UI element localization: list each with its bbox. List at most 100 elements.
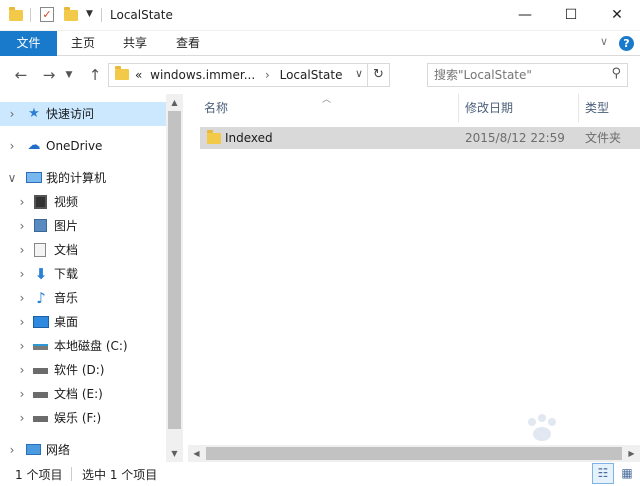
nav-item-label: 我的计算机 [46, 171, 107, 185]
breadcrumb-item[interactable]: windows.immer... [150, 68, 255, 82]
breadcrumb-item[interactable]: LocalState [280, 68, 343, 82]
nav-item-music[interactable]: › ♪ 音乐 [0, 286, 166, 310]
picture-icon [34, 219, 47, 232]
expand-chevron-icon[interactable]: › [16, 406, 28, 430]
video-icon [34, 195, 47, 209]
column-header-type[interactable]: 类型 [585, 94, 609, 122]
file-row[interactable]: Indexed 2015/8/12 22:59 文件夹 [200, 127, 640, 149]
music-icon: ♪ [36, 289, 46, 307]
nav-item-label: 视频 [54, 195, 79, 209]
nav-item-drive-d[interactable]: › 软件 (D:) [0, 358, 166, 382]
properties-icon[interactable]: ✓ [40, 7, 54, 22]
address-dropdown-chevron-icon[interactable]: ∨ [355, 67, 363, 80]
nav-item-label: 文档 (E:) [54, 387, 103, 401]
tab-home[interactable]: 主页 [62, 31, 104, 56]
ribbon-tabs: 文件 主页 共享 查看 ∨ ? [0, 31, 640, 56]
recent-locations-chevron-icon[interactable]: ▼ [62, 65, 76, 85]
expand-chevron-icon[interactable]: › [6, 438, 18, 462]
nav-item-downloads[interactable]: › ⬇ 下载 [0, 262, 166, 286]
sort-ascending-icon: ︿ [322, 95, 332, 105]
nav-item-label: 桌面 [54, 315, 79, 329]
nav-item-pictures[interactable]: › 图片 [0, 214, 166, 238]
nav-item-label: 娱乐 (F:) [54, 411, 102, 425]
drive-icon [33, 368, 48, 374]
new-folder-icon[interactable] [64, 6, 78, 24]
minimize-button[interactable]: — [502, 0, 548, 31]
up-arrow-icon[interactable]: ↑ [84, 65, 106, 85]
drive-icon [33, 392, 48, 398]
document-icon [34, 243, 46, 257]
nav-item-videos[interactable]: › 视频 [0, 190, 166, 214]
download-icon: ⬇ [34, 265, 48, 283]
details-view-icon[interactable]: ☷ [592, 463, 614, 484]
expand-chevron-icon[interactable]: › [16, 262, 28, 286]
expand-chevron-icon[interactable]: › [16, 214, 28, 238]
scroll-down-icon[interactable]: ▼ [166, 445, 183, 462]
selected-count: 选中 1 个项目 [82, 468, 158, 482]
large-icons-view-icon[interactable]: ▦ [616, 463, 638, 484]
folder-icon [9, 6, 23, 24]
item-count: 1 个项目 [15, 468, 63, 482]
window-title: LocalState [110, 8, 173, 22]
file-list: ︿ 名称 修改日期 类型 Indexed 2015/8/12 22:59 文件夹 [188, 94, 640, 462]
expand-chevron-icon[interactable]: › [16, 310, 28, 334]
refresh-icon[interactable]: ↻ [367, 64, 389, 86]
navigation-pane: › ★ 快速访问 › ☁ OneDrive ∨ 我的计算机 › 视频 › 图片 … [0, 94, 184, 462]
expand-chevron-icon[interactable]: › [16, 286, 28, 310]
forward-arrow-icon[interactable]: → [38, 65, 60, 85]
expand-chevron-icon[interactable]: › [6, 102, 18, 126]
column-header-name[interactable]: 名称 [204, 94, 228, 122]
nav-item-label: 本地磁盘 (C:) [54, 339, 128, 353]
collapse-chevron-icon[interactable]: ∨ [6, 166, 18, 190]
tab-file[interactable]: 文件 [0, 31, 57, 56]
close-button[interactable]: ✕ [594, 0, 640, 31]
nav-item-label: 软件 (D:) [54, 363, 105, 377]
nav-item-desktop[interactable]: › 桌面 [0, 310, 166, 334]
help-icon[interactable]: ? [619, 36, 634, 51]
expand-chevron-icon[interactable]: › [16, 382, 28, 406]
toolbar-divider [101, 8, 102, 22]
expand-chevron-icon[interactable]: › [16, 190, 28, 214]
computer-icon [26, 172, 42, 183]
tab-view[interactable]: 查看 [167, 31, 209, 56]
nav-item-documents[interactable]: › 文档 [0, 238, 166, 262]
back-arrow-icon[interactable]: ← [10, 65, 32, 85]
nav-pane-scrollbar[interactable]: ▲ ▼ [166, 94, 183, 462]
status-bar: 1 个项目 选中 1 个项目 ☷ ▦ [0, 462, 640, 486]
drive-icon [33, 344, 48, 350]
nav-item-label: 文档 [54, 243, 79, 257]
nav-item-label: 图片 [54, 219, 79, 233]
column-divider[interactable] [578, 94, 579, 122]
folder-icon [207, 130, 221, 144]
search-box[interactable]: ⚲ [427, 63, 628, 87]
breadcrumb-overflow[interactable]: « [135, 68, 142, 82]
nav-item-network[interactable]: › 网络 [0, 438, 166, 462]
expand-chevron-icon[interactable]: › [16, 238, 28, 262]
nav-item-this-pc[interactable]: ∨ 我的计算机 [0, 166, 166, 190]
title-bar: ✓ ▼ LocalState — ☐ ✕ [0, 0, 640, 31]
nav-item-drive-f[interactable]: › 娱乐 (F:) [0, 406, 166, 430]
expand-chevron-icon[interactable]: › [6, 134, 18, 158]
expand-chevron-icon[interactable]: › [16, 334, 28, 358]
nav-item-label: OneDrive [46, 139, 103, 153]
scroll-left-icon[interactable]: ◀ [188, 445, 205, 462]
tab-share[interactable]: 共享 [114, 31, 156, 56]
expand-ribbon-icon[interactable]: ∨ [600, 35, 608, 48]
nav-item-drive-c[interactable]: › 本地磁盘 (C:) [0, 334, 166, 358]
search-icon[interactable]: ⚲ [611, 66, 621, 81]
scroll-up-icon[interactable]: ▲ [166, 94, 183, 111]
nav-item-quick-access[interactable]: › ★ 快速访问 [0, 102, 166, 126]
watermark-logo [528, 414, 556, 441]
scrollbar-thumb[interactable] [168, 111, 181, 429]
nav-item-drive-e[interactable]: › 文档 (E:) [0, 382, 166, 406]
expand-chevron-icon[interactable]: › [16, 358, 28, 382]
breadcrumb-separator-icon[interactable]: › [259, 68, 276, 82]
column-divider[interactable] [458, 94, 459, 122]
customize-toolbar-chevron-icon[interactable]: ▼ [86, 9, 93, 27]
address-bar[interactable]: « windows.immer... › LocalState ∨ ↻ [108, 63, 390, 87]
nav-item-onedrive[interactable]: › ☁ OneDrive [0, 134, 166, 158]
search-input[interactable] [434, 67, 599, 83]
column-header-modified[interactable]: 修改日期 [465, 94, 513, 122]
nav-item-label: 下载 [54, 267, 79, 281]
maximize-button[interactable]: ☐ [548, 0, 594, 31]
